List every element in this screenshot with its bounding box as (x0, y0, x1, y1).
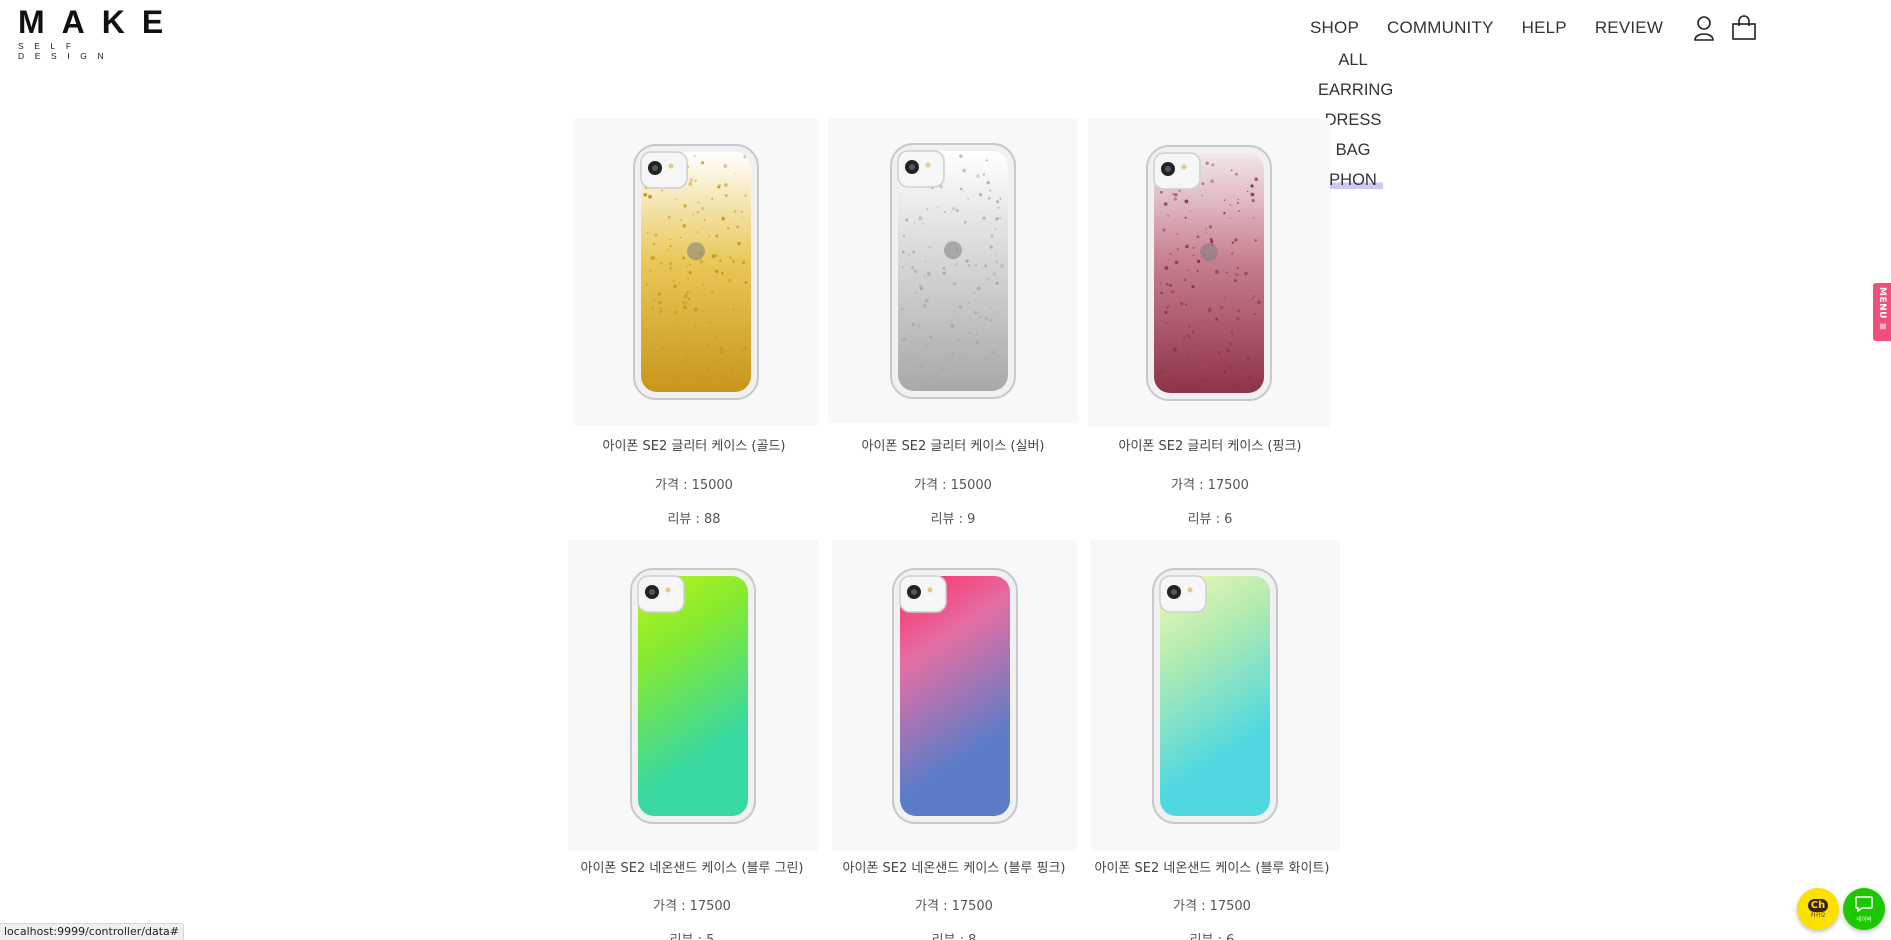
product-name[interactable]: 아이폰 SE2 네온샌드 케이스 (블루 화이트) (1084, 857, 1340, 876)
product-price: 가격 : 15000 (655, 478, 733, 493)
product-card: 아이폰 SE2 네온샌드 케이스 (블루 화이트) 가격 : 17500 리뷰 … (1084, 540, 1340, 940)
product-card: 아이폰 SE2 네온샌드 케이스 (블루 핑크) 가격 : 17500 리뷰 :… (828, 540, 1080, 940)
product-review-count: 리뷰 : 88 (667, 512, 721, 527)
product-review-count: 리뷰 : 6 (1084, 929, 1340, 940)
product-price: 가격 : 17500 (1173, 899, 1251, 914)
product-image[interactable] (1088, 118, 1330, 427)
kakao-channel-button[interactable]: Ch 카카오 (1797, 888, 1839, 930)
product-name[interactable]: 아이폰 SE2 글리터 케이스 (실버) (828, 435, 1078, 454)
product-name[interactable]: 아이폰 SE2 글리터 케이스 (골드) (570, 435, 818, 454)
product-price: 가격 : 15000 (914, 478, 992, 493)
phone-case-icon (633, 144, 759, 400)
shopping-bag-icon[interactable] (1731, 14, 1757, 42)
logo-tagline: SELF DESIGN (18, 41, 115, 61)
product-price: 가격 : 17500 (915, 899, 993, 914)
product-card: 아이폰 SE2 글리터 케이스 (실버) 가격 : 15000 리뷰 : 9 (828, 118, 1078, 528)
dropdown-item-all[interactable]: ALL (1318, 50, 1388, 80)
product-review-count: 리뷰 : 9 (930, 512, 976, 527)
side-menu-tab[interactable]: MENU ≡ (1873, 283, 1891, 341)
phone-case-icon (891, 567, 1018, 824)
product-card: 아이폰 SE2 글리터 케이스 (골드) 가격 : 15000 리뷰 : 88 (570, 118, 818, 528)
product-review-count: 리뷰 : 5 (566, 929, 818, 940)
product-image[interactable] (574, 118, 818, 426)
kakao-channel-icon: Ch (1807, 899, 1829, 912)
product-name[interactable]: 아이폰 SE2 네온샌드 케이스 (블루 그린) (566, 857, 818, 876)
side-menu-label: MENU ≡ (1877, 287, 1887, 331)
dropdown-item-earring[interactable]: EARRING (1318, 80, 1393, 110)
product-image[interactable] (568, 540, 818, 851)
nav-community[interactable]: COMMUNITY (1387, 18, 1494, 38)
phone-case-icon (890, 142, 1016, 399)
product-card: 아이폰 SE2 네온샌드 케이스 (블루 그린) 가격 : 17500 리뷰 :… (566, 540, 818, 940)
product-image[interactable] (832, 540, 1077, 851)
phone-case-icon (1146, 144, 1272, 401)
logo-wordmark: MAKE (18, 4, 181, 40)
phone-case-icon (630, 567, 756, 824)
naver-caption: 네이버 (1856, 916, 1872, 923)
product-review-count: 리뷰 : 8 (828, 929, 1080, 940)
site-logo[interactable]: MAKE SELF DESIGN (18, 5, 168, 61)
product-price: 가격 : 17500 (1171, 478, 1249, 493)
kakao-caption: 카카오 (1810, 913, 1826, 919)
naver-talk-button[interactable]: 네이버 (1843, 888, 1885, 930)
product-name[interactable]: 아이폰 SE2 글리터 케이스 (핑크) (1088, 435, 1332, 454)
naver-talk-icon (1855, 895, 1873, 916)
product-price: 가격 : 17500 (653, 899, 731, 914)
nav-help[interactable]: HELP (1522, 18, 1567, 38)
status-bar-url: localhost:9999/controller/data# (0, 923, 184, 940)
product-card: 아이폰 SE2 글리터 케이스 (핑크) 가격 : 17500 리뷰 : 6 (1088, 118, 1332, 528)
product-image[interactable] (1090, 540, 1340, 851)
product-review-count: 리뷰 : 6 (1187, 512, 1233, 527)
nav-review[interactable]: REVIEW (1595, 18, 1663, 38)
main-nav: SHOP COMMUNITY HELP REVIEW (1310, 14, 1771, 42)
user-icon[interactable] (1691, 14, 1717, 42)
product-name[interactable]: 아이폰 SE2 네온샌드 케이스 (블루 핑크) (828, 857, 1080, 876)
product-image[interactable] (828, 118, 1078, 423)
nav-shop[interactable]: SHOP (1310, 18, 1359, 38)
phone-case-icon (1152, 567, 1278, 824)
